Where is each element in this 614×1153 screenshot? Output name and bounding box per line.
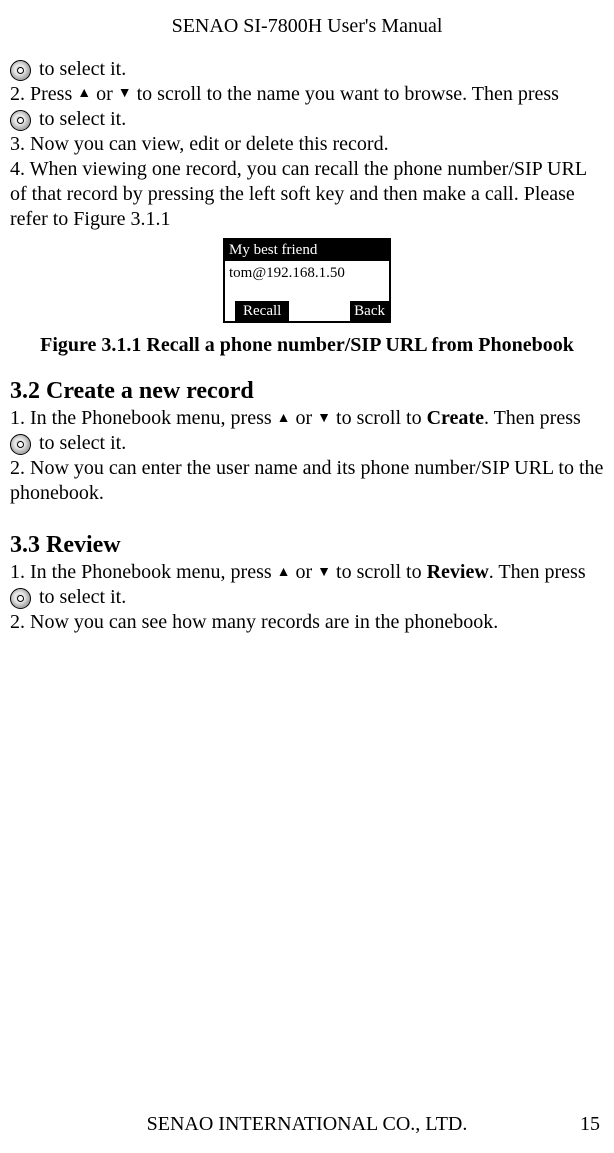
step2-tail: to select it. xyxy=(34,108,126,130)
document-footer: SENAO INTERNATIONAL CO., LTD. 15 xyxy=(0,1112,614,1137)
sec33-step1-cont: to select it. xyxy=(10,585,604,610)
step1-continuation: to select it. xyxy=(10,57,604,82)
sec32-step2-text: 2. Now you can enter the user name and i… xyxy=(10,457,603,504)
sec33-step1-prefix: 1. In the Phonebook menu, press xyxy=(10,561,277,583)
step2-prefix: 2. Press xyxy=(10,83,77,105)
or-text: or xyxy=(291,407,318,429)
step3-text: 3. Now you can view, edit or delete this… xyxy=(10,133,389,155)
dial-button-icon xyxy=(10,60,31,81)
dial-button-icon xyxy=(10,434,31,455)
dial-button-icon xyxy=(10,588,31,609)
step1-text: to select it. xyxy=(34,58,126,80)
section-3-2-heading: 3.2 Create a new record xyxy=(10,376,604,406)
sec33-step1: 1. In the Phonebook menu, press ▲ or ▼ t… xyxy=(10,560,604,585)
sec32-step2: 2. Now you can enter the user name and i… xyxy=(10,456,604,506)
down-arrow-icon: ▼ xyxy=(118,87,132,101)
step4: 4. When viewing one record, you can reca… xyxy=(10,157,604,232)
sec33-step2: 2. Now you can see how many records are … xyxy=(10,610,604,635)
step2: 2. Press ▲ or ▼ to scroll to the name yo… xyxy=(10,82,604,107)
up-arrow-icon: ▲ xyxy=(277,412,291,426)
step3: 3. Now you can view, edit or delete this… xyxy=(10,132,604,157)
spacer xyxy=(10,506,604,524)
step2-suffix: to scroll to the name you want to browse… xyxy=(132,83,559,105)
figure-recall-softkey: Recall xyxy=(235,301,289,322)
step2-cont: to select it. xyxy=(10,107,604,132)
sec32-step1: 1. In the Phonebook menu, press ▲ or ▼ t… xyxy=(10,406,604,431)
sec32-step1-mid: to scroll to xyxy=(331,407,427,429)
review-keyword: Review xyxy=(427,561,489,583)
then-press-text-2: . Then press xyxy=(489,561,586,583)
figure-caption: Figure 3.1.1 Recall a phone number/SIP U… xyxy=(10,333,604,358)
sec32-select-text: to select it. xyxy=(34,432,126,454)
document-header: SENAO SI-7800H User's Manual xyxy=(10,14,604,39)
create-keyword: Create xyxy=(427,407,484,429)
down-arrow-icon: ▼ xyxy=(317,412,331,426)
up-arrow-icon: ▲ xyxy=(277,566,291,580)
figure-back-softkey: Back xyxy=(350,301,389,322)
figure-contact-name: My best friend xyxy=(225,240,389,261)
footer-company: SENAO INTERNATIONAL CO., LTD. xyxy=(147,1113,468,1135)
up-arrow-icon: ▲ xyxy=(77,87,91,101)
sec33-select-text: to select it. xyxy=(34,586,126,608)
document-title: SENAO SI-7800H User's Manual xyxy=(172,15,443,37)
page-number: 15 xyxy=(580,1112,600,1137)
or-text: or xyxy=(291,561,318,583)
figure-softkeys: Recall Back xyxy=(225,301,389,322)
then-press-text: . Then press xyxy=(484,407,581,429)
figure-sip-url: tom@192.168.1.50 xyxy=(225,261,389,301)
sec32-step1-prefix: 1. In the Phonebook menu, press xyxy=(10,407,277,429)
sec33-step2-text: 2. Now you can see how many records are … xyxy=(10,611,498,633)
sec33-step1-mid: to scroll to xyxy=(331,561,427,583)
down-arrow-icon: ▼ xyxy=(317,566,331,580)
step4-text: 4. When viewing one record, you can reca… xyxy=(10,158,586,230)
sec32-step1-cont: to select it. xyxy=(10,431,604,456)
dial-button-icon xyxy=(10,110,31,131)
phone-screen-figure: My best friend tom@192.168.1.50 Recall B… xyxy=(223,238,391,323)
section-3-3-heading: 3.3 Review xyxy=(10,530,604,560)
or-text: or xyxy=(91,83,118,105)
